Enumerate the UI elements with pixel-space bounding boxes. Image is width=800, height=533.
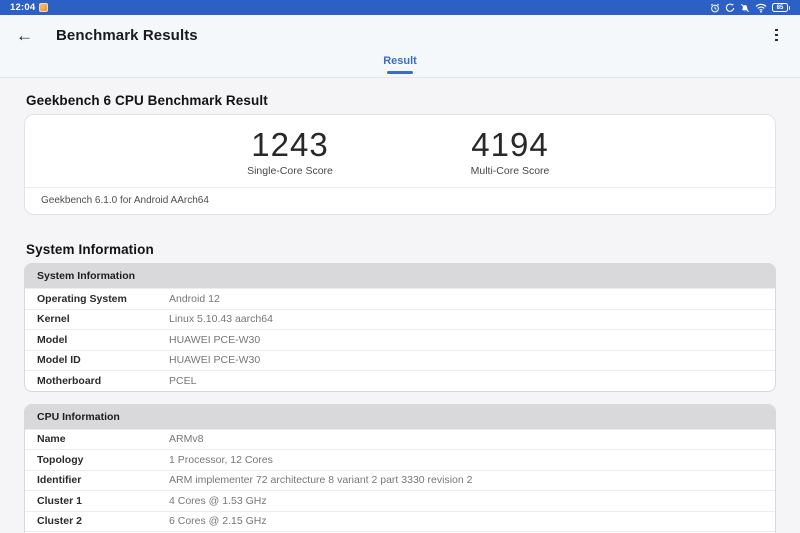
overflow-menu-button[interactable] xyxy=(769,25,784,46)
tab-active-indicator xyxy=(387,71,413,74)
table-row: Identifier ARM implementer 72 architectu… xyxy=(25,470,775,491)
row-value: HUAWEI PCE-W30 xyxy=(169,335,260,346)
table-row: Model ID HUAWEI PCE-W30 xyxy=(25,350,775,371)
row-label: Motherboard xyxy=(37,376,169,387)
table-title: System Information xyxy=(25,264,775,288)
table-row: Operating System Android 12 xyxy=(25,288,775,309)
row-label: Kernel xyxy=(37,314,169,325)
row-label: Topology xyxy=(37,455,169,466)
alarm-icon xyxy=(710,3,720,13)
row-value: Android 12 xyxy=(169,294,220,305)
page-title: Benchmark Results xyxy=(56,27,198,44)
battery-level: 85 xyxy=(772,3,788,12)
table-row: Topology 1 Processor, 12 Cores xyxy=(25,449,775,470)
table-row: Cluster 2 6 Cores @ 2.15 GHz xyxy=(25,511,775,532)
row-value: 6 Cores @ 2.15 GHz xyxy=(169,516,267,527)
row-label: Name xyxy=(37,434,169,445)
cpu-information-table: CPU Information Name ARMv8 Topology 1 Pr… xyxy=(24,404,776,533)
back-button[interactable]: ← xyxy=(16,27,36,44)
single-core-score-value: 1243 xyxy=(180,127,400,163)
table-row: Model HUAWEI PCE-W30 xyxy=(25,329,775,350)
multi-core-score-label: Multi-Core Score xyxy=(400,165,620,177)
row-value: Linux 5.10.43 aarch64 xyxy=(169,314,273,325)
status-time: 12:04 xyxy=(10,2,35,13)
notification-badge-icon xyxy=(39,3,48,12)
multi-core-score-value: 4194 xyxy=(400,127,620,163)
row-label: Model ID xyxy=(37,355,169,366)
row-label: Cluster 2 xyxy=(37,516,169,527)
single-core-score-label: Single-Core Score xyxy=(180,165,400,177)
row-value: ARMv8 xyxy=(169,434,203,445)
row-value: ARM implementer 72 architecture 8 varian… xyxy=(169,475,472,486)
app-bar: ← Benchmark Results xyxy=(0,15,800,55)
table-title: CPU Information xyxy=(25,405,775,429)
tab-result-label: Result xyxy=(383,55,417,68)
mute-icon xyxy=(740,3,750,13)
table-row: Motherboard PCEL xyxy=(25,370,775,391)
row-value: 4 Cores @ 1.53 GHz xyxy=(169,496,267,507)
geekbench-version-text: Geekbench 6.1.0 for Android AArch64 xyxy=(25,188,775,214)
row-value: PCEL xyxy=(169,376,196,387)
row-label: Cluster 1 xyxy=(37,496,169,507)
row-label: Identifier xyxy=(37,475,169,486)
tab-bar: Result xyxy=(0,55,800,78)
row-label: Operating System xyxy=(37,294,169,305)
single-core-score: 1243 Single-Core Score xyxy=(180,127,400,177)
table-row: Kernel Linux 5.10.43 aarch64 xyxy=(25,309,775,330)
benchmark-result-heading: Geekbench 6 CPU Benchmark Result xyxy=(26,93,776,108)
header: ← Benchmark Results Result xyxy=(0,15,800,78)
multi-core-score: 4194 Multi-Core Score xyxy=(400,127,620,177)
content: Geekbench 6 CPU Benchmark Result 1243 Si… xyxy=(0,93,800,533)
score-card: 1243 Single-Core Score 4194 Multi-Core S… xyxy=(24,114,776,215)
data-saver-icon xyxy=(725,3,735,13)
table-row: Cluster 1 4 Cores @ 1.53 GHz xyxy=(25,490,775,511)
status-bar: 12:04 85 xyxy=(0,0,800,15)
wifi-icon xyxy=(755,3,767,13)
row-value: HUAWEI PCE-W30 xyxy=(169,355,260,366)
system-information-table: System Information Operating System Andr… xyxy=(24,263,776,392)
row-value: 1 Processor, 12 Cores xyxy=(169,455,273,466)
system-information-heading: System Information xyxy=(26,242,776,257)
battery-icon: 85 xyxy=(772,3,790,12)
row-label: Model xyxy=(37,335,169,346)
tab-result[interactable]: Result xyxy=(383,55,417,77)
table-row: Name ARMv8 xyxy=(25,429,775,450)
